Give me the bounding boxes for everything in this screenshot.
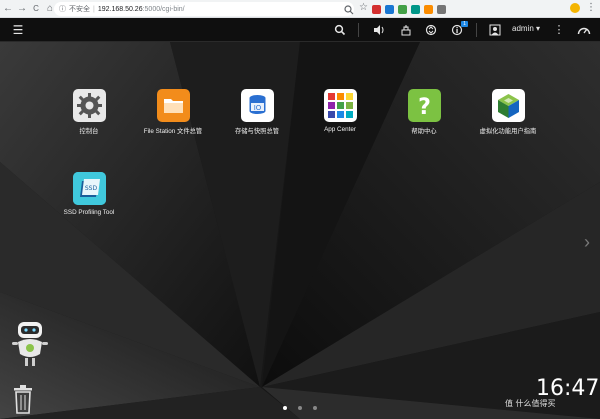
app-label: App Center (324, 126, 356, 133)
volume-icon[interactable] (371, 22, 387, 38)
trash-icon[interactable] (12, 384, 34, 414)
user-menu[interactable]: admin ▾ (512, 24, 540, 33)
address-bar[interactable]: ⓘ 不安全 | 192.168.50.26:5000/cgi-bin/ (54, 2, 354, 16)
cube-icon (491, 89, 525, 122)
qts-top-bar: ☰ admin ▾ ⋮ (0, 18, 600, 42)
browser-toolbar: ← → C ⌂ ⓘ 不安全 | 192.168.50.26:5000/cgi-b… (0, 0, 600, 18)
ssd-icon: SSD (72, 172, 106, 205)
app-label: File Station 文件总管 (143, 128, 203, 135)
info-icon[interactable]: ⓘ (59, 4, 66, 14)
storage-icon: IO (240, 89, 274, 122)
svg-text:IO: IO (253, 104, 261, 112)
gear-icon (72, 89, 106, 122)
app-file-station[interactable]: File Station 文件总管 (133, 89, 213, 135)
app-storage-snapshots[interactable]: IO 存储与快照总管 (217, 89, 297, 135)
divider (358, 23, 359, 37)
app-label: SSD Profiling Tool (63, 209, 115, 216)
back-icon[interactable]: ← (2, 2, 14, 16)
app-ssd-profiling-tool[interactable]: SSD SSD Profiling Tool (49, 172, 129, 216)
extension-teal-icon[interactable] (411, 4, 420, 14)
folder-icon (156, 89, 190, 122)
divider (476, 23, 477, 37)
search-icon[interactable] (343, 3, 355, 15)
page-indicator-3[interactable] (313, 406, 317, 410)
app-label: 控制台 (79, 128, 99, 135)
extension-green-icon[interactable] (398, 4, 407, 14)
page-indicator-1[interactable] (283, 406, 287, 410)
browser-menu-icon[interactable]: ⋮ (586, 2, 596, 13)
user-avatar-icon[interactable] (487, 22, 503, 38)
svg-text:?: ? (418, 95, 431, 120)
url-path: :5000/cgi-bin/ (142, 5, 185, 13)
dashboard-icon[interactable] (576, 22, 592, 38)
reload-icon[interactable]: C (30, 2, 42, 16)
app-help-center[interactable]: ? 帮助中心 (384, 89, 464, 135)
background-task-icon[interactable] (398, 22, 414, 38)
extension-red-icon[interactable] (372, 4, 381, 14)
svg-text:SSD: SSD (84, 185, 97, 192)
star-icon[interactable]: ☆ (359, 2, 368, 13)
app-center[interactable]: App Center (300, 89, 380, 133)
helpdesk-robot-icon[interactable] (10, 320, 50, 368)
app-virtualization-guide[interactable]: 虚拟化功能用户指南 (468, 89, 548, 135)
extension-orange-icon[interactable] (424, 4, 433, 14)
profile-icon[interactable] (570, 3, 580, 13)
next-page-icon[interactable]: › (584, 232, 590, 253)
app-label: 帮助中心 (411, 128, 437, 135)
help-icon: ? (407, 89, 441, 122)
security-label: 不安全 (69, 6, 90, 13)
extension-blue-icon[interactable] (385, 4, 394, 14)
notification-badge: 1 (461, 21, 468, 27)
main-menu-icon[interactable]: ☰ (10, 22, 26, 38)
search-icon[interactable] (332, 22, 348, 38)
forward-icon[interactable]: → (16, 2, 28, 16)
app-control-panel[interactable]: 控制台 (49, 89, 129, 135)
app-label: 虚拟化功能用户指南 (479, 128, 537, 135)
app-label: 存储与快照总管 (234, 128, 280, 135)
address-separator: | (93, 5, 95, 13)
watermark: 值 什么值得买 (505, 399, 556, 408)
url-host: 192.168.50.26 (97, 5, 143, 13)
extensions-row (372, 3, 450, 15)
more-options-icon[interactable]: ⋮ (551, 22, 567, 38)
page-indicator-2[interactable] (298, 406, 302, 410)
app-grid-icon (323, 89, 357, 122)
extension-gray-icon[interactable] (437, 4, 446, 14)
sync-icon[interactable] (423, 22, 439, 38)
